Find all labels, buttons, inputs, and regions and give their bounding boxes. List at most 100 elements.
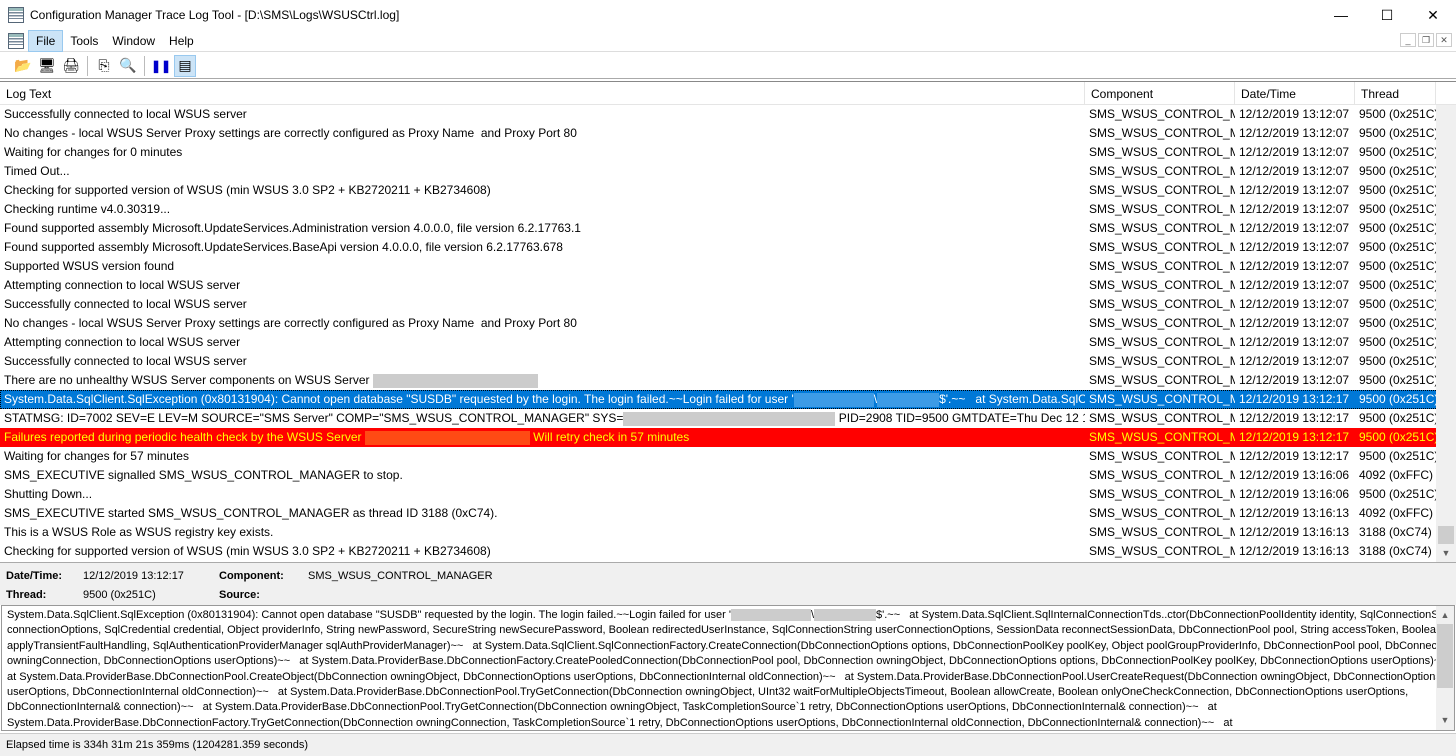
- pause-button[interactable]: ❚❚: [150, 55, 172, 77]
- thread-label: Thread:: [6, 589, 47, 601]
- details-pane-button[interactable]: ▤: [174, 54, 196, 77]
- log-row[interactable]: Successfully connected to local WSUS ser…: [0, 352, 1456, 371]
- message-line: connectionOptions, SqlCredential credent…: [7, 623, 1442, 638]
- status-bar: Elapsed time is 334h 31m 21s 359ms (1204…: [0, 733, 1456, 756]
- menu-bar: File Tools Window Help _ ❐ ✕: [0, 29, 1456, 52]
- log-list: Log Text Component Date/Time Thread Succ…: [0, 81, 1456, 562]
- log-row[interactable]: SMS_EXECUTIVE signalled SMS_WSUS_CONTROL…: [0, 466, 1456, 485]
- text-segment: System.Data.SqlClient.SqlException (0x80…: [4, 392, 794, 406]
- log-row[interactable]: Found supported assembly Microsoft.Updat…: [0, 238, 1456, 257]
- redacted-block: [730, 609, 811, 622]
- redacted-block: [364, 430, 530, 445]
- list-scrollbar[interactable]: ▼: [1436, 105, 1456, 562]
- source-label: Source:: [219, 589, 260, 601]
- title-bar: Configuration Manager Trace Log Tool - […: [0, 0, 1456, 30]
- log-component: SMS_WSUS_CONTROL_MA: [1089, 525, 1235, 539]
- log-component: SMS_WSUS_CONTROL_MA: [1089, 145, 1235, 159]
- scroll-down-icon[interactable]: ▼: [1436, 713, 1454, 728]
- message-scrollbar[interactable]: ▲ ▼: [1436, 606, 1454, 730]
- copy-button[interactable]: ⎘: [93, 55, 115, 77]
- menu-window[interactable]: Window: [105, 31, 162, 51]
- column-component[interactable]: Component: [1085, 82, 1235, 104]
- message-line: userOptions, DbConnectionInternal oldCon…: [7, 685, 1432, 700]
- log-row[interactable]: This is a WSUS Role as WSUS registry key…: [0, 523, 1456, 542]
- mdi-restore-button[interactable]: ❐: [1418, 33, 1434, 47]
- scrollbar-thumb[interactable]: [1438, 526, 1454, 544]
- log-component: SMS_WSUS_CONTROL_MA: [1089, 392, 1235, 406]
- log-thread: 9500 (0x251C): [1359, 107, 1436, 121]
- log-component: SMS_WSUS_CONTROL_MA: [1089, 411, 1235, 425]
- log-row[interactable]: Timed Out... SMS_WSUS_CONTROL_MA 12/12/201…: [0, 162, 1456, 181]
- find-icon: 🔍: [119, 57, 137, 73]
- mdi-close-button[interactable]: ✕: [1436, 33, 1452, 47]
- log-row[interactable]: Waiting for changes for 0 minutes SMS_WSU…: [0, 143, 1456, 162]
- log-row[interactable]: Found supported assembly Microsoft.Updat…: [0, 219, 1456, 238]
- column-datetime[interactable]: Date/Time: [1235, 82, 1355, 104]
- log-thread: 9500 (0x251C): [1359, 449, 1436, 463]
- log-row[interactable]: SMS_EXECUTIVE started SMS_WSUS_CONTROL_M…: [0, 504, 1456, 523]
- log-thread: 3188 (0xC74): [1359, 525, 1432, 539]
- scroll-up-icon[interactable]: ▲: [1436, 608, 1454, 623]
- menu-help[interactable]: Help: [162, 31, 201, 51]
- log-text: No changes - local WSUS Server Proxy set…: [0, 314, 1085, 333]
- text-segment: Checking runtime v4.0.30319...: [4, 202, 171, 216]
- log-row[interactable]: Shutting Down... SMS_WSUS_CONTROL_MA 12/12…: [0, 485, 1456, 504]
- log-thread: 9500 (0x251C): [1359, 487, 1436, 501]
- column-thread[interactable]: Thread: [1355, 82, 1436, 104]
- maximize-button[interactable]: ☐: [1364, 0, 1410, 30]
- text-segment: System.Data.SqlClient.SqlException (0x80…: [7, 609, 731, 621]
- log-row[interactable]: Successfully connected to local WSUS ser…: [0, 105, 1456, 124]
- scroll-down-icon[interactable]: ▼: [1436, 545, 1456, 562]
- text-segment: Attempting connection to local WSUS serv…: [4, 278, 241, 292]
- log-row[interactable]: Successfully connected to local WSUS ser…: [0, 295, 1456, 314]
- document-icon[interactable]: [8, 32, 24, 49]
- log-datetime: 12/12/2019 13:12:17: [1239, 449, 1350, 463]
- redacted-block: [372, 373, 538, 388]
- log-datetime: 12/12/2019 13:12:07: [1239, 164, 1350, 178]
- log-row[interactable]: System.Data.SqlClient.SqlException (0x80…: [0, 390, 1456, 409]
- redacted-block: [814, 609, 876, 622]
- log-row[interactable]: Failures reported during periodic health…: [0, 428, 1456, 447]
- log-text: Attempting connection to local WSUS serv…: [0, 333, 1085, 352]
- text-segment: Checking for supported version of WSUS (…: [4, 183, 491, 197]
- message-textbox[interactable]: System.Data.SqlClient.SqlException (0x80…: [1, 605, 1455, 731]
- log-row[interactable]: Checking for supported version of WSUS (…: [0, 181, 1456, 200]
- minimize-button[interactable]: —: [1318, 0, 1364, 30]
- toolbar: 📂 🖥 🖨 ⎘ 🔍 ❚❚ ▤: [0, 53, 1456, 79]
- log-text: Successfully connected to local WSUS ser…: [0, 295, 1085, 314]
- mdi-minimize-button[interactable]: _: [1400, 33, 1416, 47]
- log-row[interactable]: STATMSG: ID=7002 SEV=E LEV=M SOURCE="SMS…: [0, 409, 1456, 428]
- log-row[interactable]: No changes - local WSUS Server Proxy set…: [0, 124, 1456, 143]
- print-button[interactable]: 🖨: [60, 55, 82, 77]
- menu-file[interactable]: File: [28, 29, 64, 52]
- menu-tools[interactable]: Tools: [63, 31, 105, 51]
- log-datetime: 12/12/2019 13:12:07: [1239, 259, 1350, 273]
- find-button[interactable]: 🔍: [117, 55, 139, 77]
- log-row[interactable]: Attempting connection to local WSUS serv…: [0, 276, 1456, 295]
- toolbar-separator: [87, 55, 88, 76]
- message-line: System.Data.ProviderBase.DbConnectionFac…: [7, 716, 1432, 730]
- log-thread: 9500 (0x251C): [1359, 392, 1436, 406]
- open-folder-button[interactable]: 📂: [12, 55, 34, 77]
- scrollbar-thumb[interactable]: [1437, 624, 1453, 688]
- toolbar-separator: [144, 55, 145, 76]
- log-text: This is a WSUS Role as WSUS registry key…: [0, 523, 1085, 542]
- log-row[interactable]: There are no unhealthy WSUS Server compo…: [0, 371, 1456, 390]
- column-log-text[interactable]: Log Text: [0, 82, 1085, 104]
- log-component: SMS_WSUS_CONTROL_MA: [1089, 354, 1235, 368]
- log-component: SMS_WSUS_CONTROL_MA: [1089, 183, 1235, 197]
- log-row[interactable]: Attempting connection to local WSUS serv…: [0, 333, 1456, 352]
- log-row[interactable]: No changes - local WSUS Server Proxy set…: [0, 314, 1456, 333]
- log-row[interactable]: Waiting for changes for 57 minutes SMS_WS…: [0, 447, 1456, 466]
- close-button[interactable]: ✕: [1410, 0, 1456, 30]
- computer-button[interactable]: 🖥: [36, 55, 58, 77]
- log-row[interactable]: Supported WSUS version found SMS_WSUS_CON…: [0, 257, 1456, 276]
- log-thread: 9500 (0x251C): [1359, 335, 1436, 349]
- log-datetime: 12/12/2019 13:16:13: [1239, 525, 1350, 539]
- log-text: STATMSG: ID=7002 SEV=E LEV=M SOURCE="SMS…: [0, 409, 1085, 428]
- log-row[interactable]: Checking runtime v4.0.30319... SMS_WSUS_C…: [0, 200, 1456, 219]
- redacted-block: [793, 392, 874, 407]
- text-segment: System.Data.ProviderBase.DbConnectionFac…: [7, 716, 1233, 729]
- log-datetime: 12/12/2019 13:12:07: [1239, 240, 1350, 254]
- log-row[interactable]: Checking for supported version of WSUS (…: [0, 542, 1456, 561]
